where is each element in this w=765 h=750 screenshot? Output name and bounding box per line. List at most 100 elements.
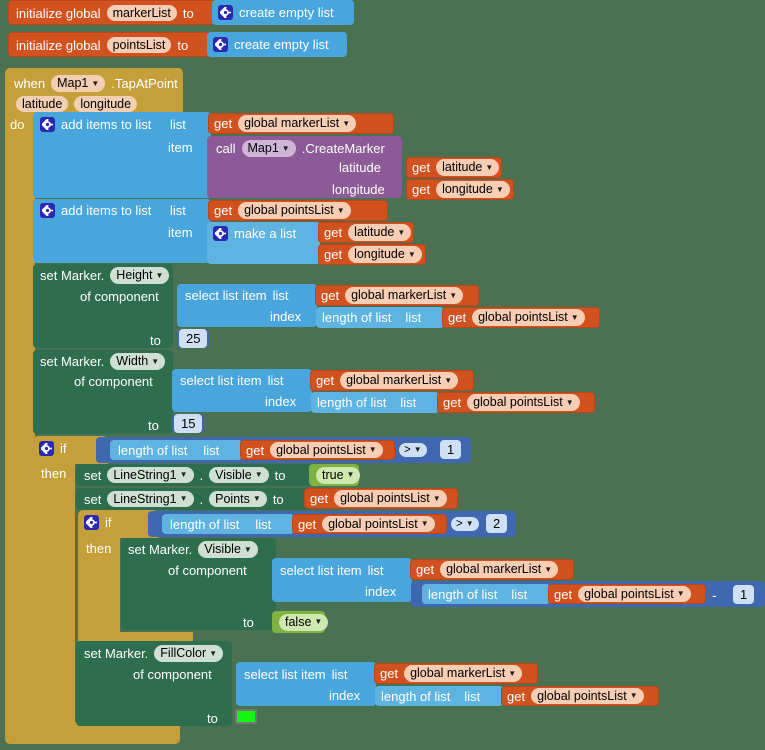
variable-dropdown[interactable]: global markerList ▼ — [404, 665, 523, 682]
global-name-field-markerlist[interactable]: markerList — [106, 4, 177, 22]
component-name: Map1 — [247, 141, 279, 156]
chevron-down-icon: ▼ — [420, 519, 429, 528]
get-global-pointslist-height-row: get global pointsList ▼ — [448, 309, 585, 326]
if-outer-left-spine — [33, 460, 75, 726]
get-label: get — [412, 182, 431, 197]
component-dropdown-linestring1[interactable]: LineString1 ▼ — [107, 466, 194, 484]
variable-dropdown[interactable]: global markerList ▼ — [345, 287, 464, 304]
set-marker-width-header: set Marker. Width ▼ — [40, 353, 166, 370]
component-dropdown-linestring1[interactable]: LineString1 ▼ — [107, 490, 194, 508]
event-param-longitude[interactable]: longitude — [74, 95, 138, 113]
get-label: get — [246, 442, 265, 458]
index-socket-label: index — [265, 394, 297, 409]
number-value[interactable]: 25 — [179, 329, 208, 348]
logic-dropdown-false[interactable]: false ▼ — [279, 614, 329, 631]
block-number-compare-inner[interactable]: 2 — [484, 514, 510, 533]
when-label: when — [14, 76, 46, 91]
block-number-minus-operand[interactable]: 1 — [731, 585, 757, 604]
of-component-label: of component — [133, 667, 212, 682]
of-component-label: of component — [80, 289, 159, 304]
comparison-operator-dropdown[interactable]: > ▼ — [451, 517, 479, 531]
variable-dropdown[interactable]: global pointsList ▼ — [578, 585, 691, 603]
length-of-list-if-inner-row: length of list list — [170, 517, 271, 531]
variable-dropdown[interactable]: global markerList ▼ — [238, 115, 357, 132]
gear-icon[interactable] — [84, 515, 99, 530]
create-empty-list-label: create empty list — [239, 5, 334, 20]
variable-dropdown[interactable]: global pointsList ▼ — [334, 490, 447, 507]
blocks-workspace[interactable]: initialize global markerList to create e… — [0, 0, 765, 750]
variable-dropdown[interactable]: latitude ▼ — [436, 159, 500, 176]
get-label: get — [554, 586, 573, 602]
block-number-25[interactable]: 25 — [177, 329, 210, 348]
number-value[interactable]: 1 — [733, 585, 755, 604]
event-param-latitude[interactable]: latitude — [16, 95, 69, 113]
variable-dropdown[interactable]: global pointsList ▼ — [238, 202, 351, 219]
length-of-list-height-row: length of list list — [322, 310, 421, 325]
gear-icon[interactable] — [213, 226, 228, 241]
gear-icon[interactable] — [40, 117, 55, 132]
then-label: then — [41, 466, 67, 481]
variable-dropdown[interactable]: global pointsList ▼ — [472, 309, 585, 326]
variable-dropdown[interactable]: latitude ▼ — [348, 224, 412, 241]
variable-name: global markerList — [446, 562, 542, 577]
number-value[interactable]: 1 — [440, 440, 462, 459]
then-label: then — [86, 541, 112, 556]
chevron-down-icon: ▼ — [397, 227, 406, 237]
chevron-down-icon: ▼ — [629, 691, 638, 700]
variable-name: global markerList — [346, 373, 442, 388]
select-list-item-visible-header: select list item list — [280, 563, 384, 578]
number-value[interactable]: 15 — [174, 414, 203, 433]
if-inner-header: if — [84, 514, 112, 531]
property-name: Points — [215, 491, 250, 506]
to-label: to — [272, 491, 284, 507]
list-socket-label: list — [331, 667, 348, 682]
variable-name: global pointsList — [328, 516, 418, 531]
property-dropdown-height[interactable]: Height ▼ — [110, 267, 170, 284]
gear-icon[interactable] — [218, 5, 233, 20]
gear-icon[interactable] — [39, 441, 54, 456]
variable-dropdown[interactable]: global markerList ▼ — [440, 561, 559, 578]
get-label: get — [321, 288, 340, 303]
get-label: get — [443, 395, 462, 410]
property-dropdown-fillcolor[interactable]: FillColor ▼ — [154, 645, 224, 662]
variable-dropdown[interactable]: global pointsList ▼ — [270, 441, 383, 459]
length-of-list-label: length of list — [322, 310, 392, 325]
number-value[interactable]: 2 — [486, 514, 508, 533]
property-dropdown-visible[interactable]: Visible ▼ — [198, 541, 258, 558]
property-dropdown-width[interactable]: Width ▼ — [110, 353, 166, 370]
variable-dropdown[interactable]: global markerList ▼ — [340, 372, 459, 389]
component-dropdown-map1[interactable]: Map1 ▼ — [241, 140, 296, 157]
chevron-down-icon: ▼ — [565, 397, 574, 407]
select-list-item-label: select list item — [244, 667, 326, 682]
make-a-list-label: make a list — [234, 226, 297, 241]
if-outer-header: if — [39, 440, 67, 457]
component-dropdown-map1[interactable]: Map1 ▼ — [51, 75, 106, 92]
variable-dropdown[interactable]: longitude ▼ — [436, 181, 510, 198]
chevron-down-icon: ▼ — [179, 470, 188, 479]
chevron-down-icon: ▼ — [314, 617, 323, 627]
to-label: to — [207, 711, 218, 726]
variable-dropdown[interactable]: global pointsList ▼ — [467, 394, 580, 411]
property-name: Height — [116, 268, 153, 283]
property-dropdown-visible[interactable]: Visible ▼ — [209, 466, 269, 484]
set-marker-height-header: set Marker. Height ▼ — [40, 267, 170, 284]
get-global-markerlist-visible-row: get global markerList ▼ — [416, 561, 559, 578]
create-empty-list-label: create empty list — [234, 37, 329, 52]
color-picker-green[interactable] — [235, 709, 257, 724]
block-number-compare-outer[interactable]: 1 — [438, 440, 464, 459]
when-header-row: when Map1 ▼ .TapAtPoint — [14, 75, 178, 92]
method-name-label: .CreateMarker — [301, 141, 385, 156]
property-name: FillColor — [160, 646, 207, 661]
variable-dropdown[interactable]: longitude ▼ — [348, 246, 422, 263]
variable-dropdown[interactable]: global pointsList ▼ — [531, 687, 644, 705]
add-items-to-list-label: add items to list — [61, 117, 152, 132]
variable-dropdown[interactable]: global pointsList ▼ — [322, 515, 435, 533]
comparison-operator-dropdown[interactable]: > ▼ — [399, 443, 427, 457]
global-name-field-pointslist[interactable]: pointsList — [106, 36, 172, 54]
block-number-15[interactable]: 15 — [172, 414, 205, 433]
logic-dropdown-true[interactable]: true ▼ — [316, 467, 361, 484]
variable-name: global pointsList — [478, 310, 568, 325]
gear-icon[interactable] — [213, 37, 228, 52]
gear-icon[interactable] — [40, 203, 55, 218]
property-dropdown-points[interactable]: Points ▼ — [209, 490, 267, 508]
